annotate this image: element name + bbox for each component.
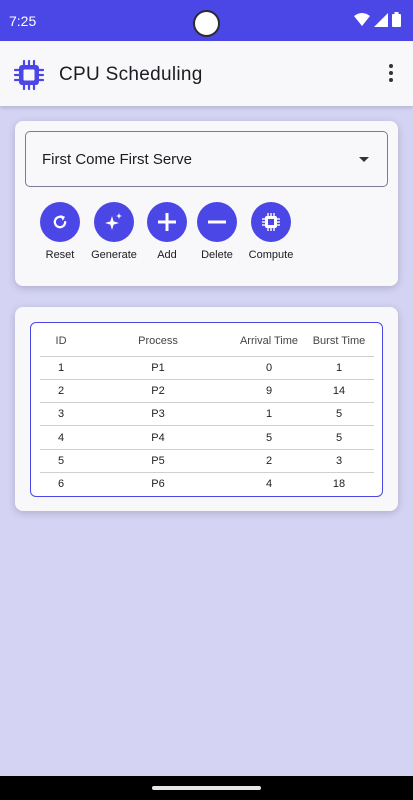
cell-process: P3 — [82, 402, 234, 427]
minus-icon — [208, 220, 226, 224]
cell-id: 1 — [40, 356, 83, 380]
table-row[interactable]: 5 P5 2 3 — [40, 449, 374, 473]
status-bar: 7:25 — [0, 0, 413, 41]
table-row[interactable]: 3 P3 1 5 — [40, 402, 374, 427]
dropdown-arrow-icon — [359, 157, 369, 162]
chip-icon — [262, 213, 280, 231]
cell-arrival-time: 2 — [234, 449, 304, 473]
cell-burst-time: 5 — [304, 402, 374, 427]
cell-burst-time: 5 — [304, 425, 374, 450]
reset-button[interactable]: Reset — [30, 202, 90, 261]
cell-arrival-time: 1 — [234, 402, 304, 427]
table-header-row: ID Process Arrival Time Burst Time — [40, 326, 374, 357]
more-vert-icon[interactable] — [387, 64, 395, 84]
header-arrival-time: Arrival Time — [234, 326, 304, 357]
process-table-card: ID Process Arrival Time Burst Time 1 P1 … — [15, 307, 398, 511]
chip-icon — [13, 59, 45, 91]
compute-label: Compute — [248, 249, 294, 261]
controls-card: First Come First Serve Reset Generate Ad… — [15, 121, 398, 286]
cell-arrival-time: 4 — [265, 478, 273, 491]
battery-icon — [392, 12, 401, 27]
generate-button[interactable]: Generate — [84, 202, 144, 261]
table-row[interactable]: 2 P2 9 14 — [40, 379, 374, 404]
cell-arrival-time: 0 — [234, 356, 304, 380]
algorithm-select-value: First Come First Serve — [42, 151, 193, 168]
table-row[interactable]: 4 P4 5 5 — [40, 425, 374, 450]
app-title: CPU Scheduling — [59, 64, 203, 85]
cell-burst-time: 1 — [304, 356, 374, 380]
table-row[interactable]: 6 P6 4 18 — [40, 472, 374, 495]
refresh-icon — [53, 215, 67, 229]
cell-process: P6 — [151, 478, 165, 491]
navigation-bar — [0, 776, 413, 800]
table-row[interactable]: 1 P1 0 1 — [40, 356, 374, 380]
camera-cutout — [193, 10, 220, 37]
cell-arrival-time: 9 — [234, 379, 304, 404]
cell-process: P1 — [82, 356, 234, 380]
cell-process: P4 — [82, 425, 234, 450]
cell-burst-time: 3 — [304, 449, 374, 473]
compute-button[interactable]: Compute — [241, 202, 301, 261]
cell-process: P2 — [82, 379, 234, 404]
algorithm-select[interactable]: First Come First Serve — [25, 131, 388, 187]
cell-id: 5 — [40, 449, 83, 473]
generate-label: Generate — [91, 249, 137, 261]
signal-icon — [374, 12, 388, 27]
cell-id: 2 — [40, 379, 83, 404]
cell-id: 6 — [57, 478, 65, 491]
status-icons — [354, 12, 401, 27]
status-time: 7:25 — [9, 13, 37, 29]
cell-burst-time: 14 — [304, 379, 374, 404]
cell-arrival-time: 5 — [234, 425, 304, 450]
wifi-icon — [354, 12, 370, 26]
cell-burst-time: 18 — [332, 478, 346, 491]
app-bar: CPU Scheduling — [0, 41, 413, 106]
cell-id: 4 — [40, 425, 83, 450]
sparkle-icon — [105, 213, 122, 230]
cell-process: P5 — [82, 449, 234, 473]
header-process: Process — [82, 326, 234, 357]
plus-icon — [158, 213, 176, 231]
process-table: ID Process Arrival Time Burst Time 1 P1 … — [30, 322, 383, 497]
delete-label: Delete — [201, 249, 233, 261]
reset-label: Reset — [45, 249, 75, 261]
header-id: ID — [40, 326, 83, 357]
header-burst-time: Burst Time — [304, 326, 374, 357]
cell-id: 3 — [40, 402, 83, 427]
delete-button[interactable]: Delete — [187, 202, 247, 261]
home-gesture-handle[interactable] — [152, 786, 261, 790]
